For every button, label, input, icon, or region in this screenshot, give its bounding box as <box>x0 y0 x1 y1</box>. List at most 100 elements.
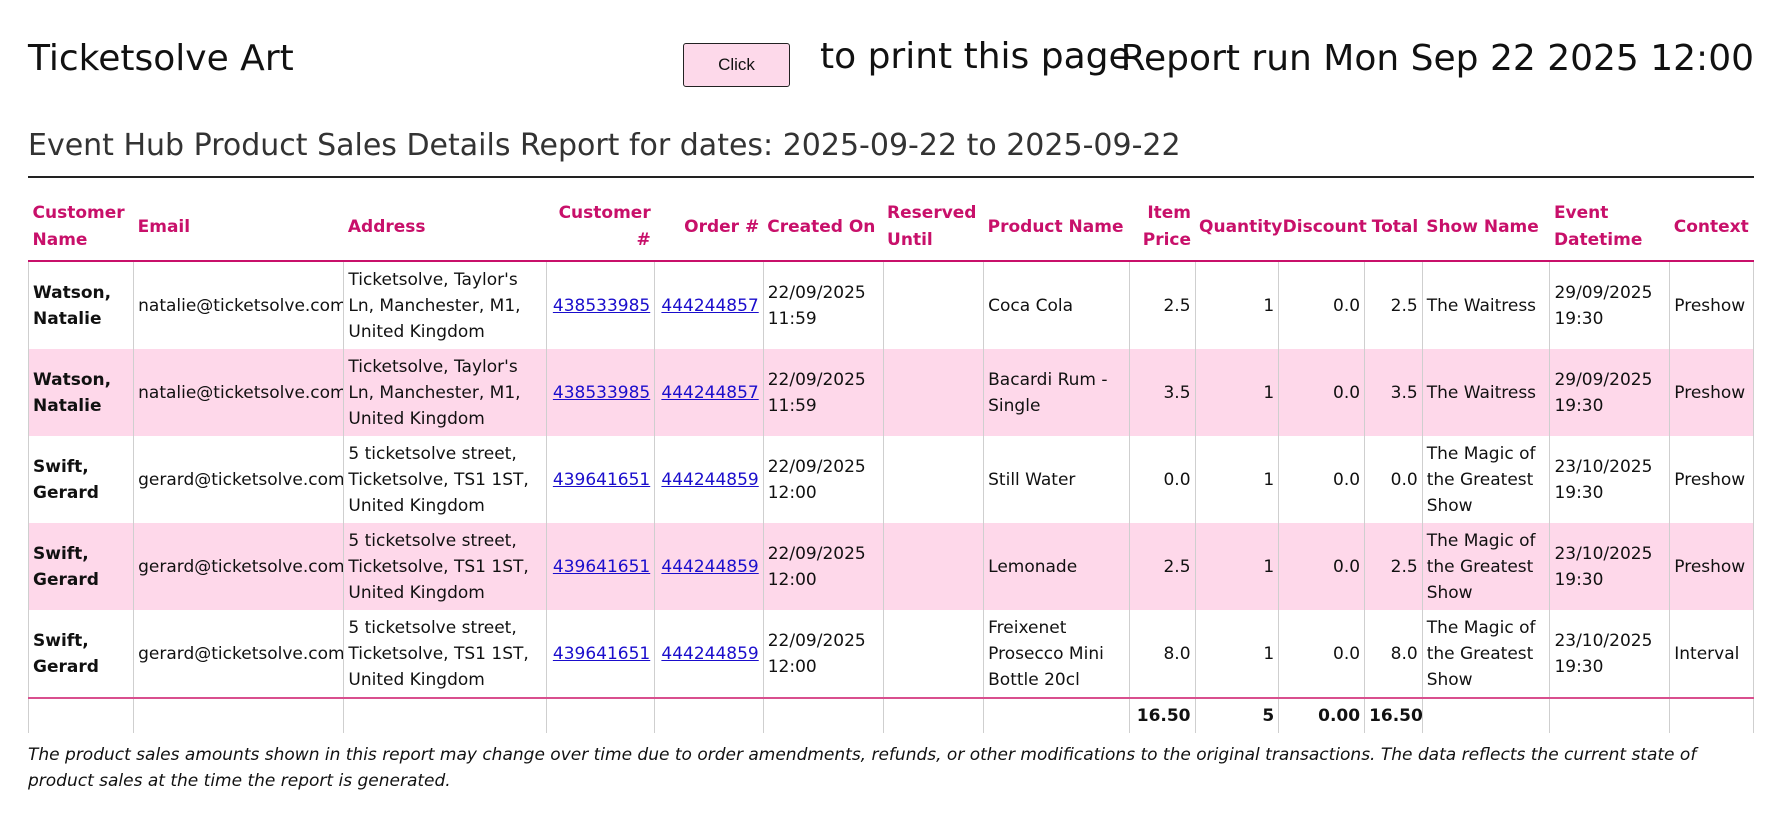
show-name-cell: The Magic of the Greatest Show <box>1422 523 1551 610</box>
created-on-cell: 22/09/2025 12:00 <box>763 610 884 699</box>
order-number-link[interactable]: 444244859 <box>661 557 758 577</box>
customer-name-cell: Watson, Natalie <box>27 349 135 436</box>
grand-total: 16.50 <box>1364 698 1423 733</box>
quantity-cell: 1 <box>1195 349 1280 436</box>
address-cell: 5 ticketsolve street, Ticketsolve, TS1 1… <box>343 436 547 523</box>
col-header-product-name: Product Name <box>983 196 1130 262</box>
discount-cell: 0.0 <box>1278 261 1366 349</box>
sales-table: Customer Name Email Address Customer # O… <box>27 196 1754 733</box>
col-header-context: Context <box>1669 196 1754 262</box>
customer-number-link[interactable]: 439641651 <box>553 557 650 577</box>
col-header-customer-name: Customer Name <box>28 196 134 262</box>
print-button[interactable]: Click <box>683 43 790 87</box>
address-cell: 5 ticketsolve street, Ticketsolve, TS1 1… <box>343 523 547 610</box>
customer-name-cell: Swift, Gerard <box>27 523 135 610</box>
col-header-created-on: Created On <box>763 196 884 262</box>
quantity-cell: 1 <box>1195 523 1280 610</box>
col-header-show-name: Show Name <box>1422 196 1550 262</box>
item-price-cell: 0.0 <box>1129 436 1196 523</box>
email-cell: gerard@ticketsolve.com <box>133 610 345 699</box>
customer-number-link[interactable]: 438533985 <box>553 383 650 403</box>
show-name-cell: The Waitress <box>1422 349 1551 436</box>
total-cell: 8.0 <box>1364 610 1423 699</box>
context-cell: Interval <box>1669 610 1754 699</box>
item-price-cell: 3.5 <box>1129 349 1196 436</box>
customer-number-link[interactable]: 439641651 <box>553 644 650 664</box>
show-name-cell: The Magic of the Greatest Show <box>1422 610 1551 699</box>
reserved-until-cell <box>883 261 985 349</box>
order-number-link[interactable]: 444244857 <box>661 383 758 403</box>
context-cell: Preshow <box>1669 523 1754 610</box>
show-name-cell: The Waitress <box>1422 261 1551 349</box>
table-row: Swift, Gerard gerard@ticketsolve.com 5 t… <box>27 523 1754 610</box>
order-number-link[interactable]: 444244857 <box>661 296 758 316</box>
reserved-until-cell <box>883 610 985 699</box>
event-datetime-cell: 23/10/2025 19:30 <box>1549 610 1671 699</box>
customer-name-cell: Swift, Gerard <box>27 436 135 523</box>
total-cell: 0.0 <box>1364 436 1423 523</box>
col-header-discount: Discount <box>1278 196 1367 262</box>
product-name-cell: Still Water <box>983 436 1130 523</box>
total-quantity: 5 <box>1195 698 1280 733</box>
item-price-cell: 8.0 <box>1129 610 1196 699</box>
created-on-cell: 22/09/2025 12:00 <box>763 436 884 523</box>
product-name-cell: Coca Cola <box>983 261 1130 349</box>
created-on-cell: 22/09/2025 12:00 <box>763 523 884 610</box>
col-header-event-datetime: Event Datetime <box>1549 196 1670 262</box>
table-row: Swift, Gerard gerard@ticketsolve.com 5 t… <box>27 436 1754 523</box>
address-cell: Ticketsolve, Taylor's Ln, Manchester, M1… <box>343 261 547 349</box>
total-cell: 3.5 <box>1364 349 1423 436</box>
customer-number-link[interactable]: 439641651 <box>553 470 650 490</box>
print-instruction: to print this page <box>820 36 1131 77</box>
show-name-cell: The Magic of the Greatest Show <box>1422 436 1551 523</box>
quantity-cell: 1 <box>1195 610 1280 699</box>
email-cell: natalie@ticketsolve.com <box>133 261 345 349</box>
quantity-cell: 1 <box>1195 261 1280 349</box>
context-cell: Preshow <box>1669 436 1754 523</box>
total-item-price: 16.50 <box>1129 698 1196 733</box>
address-cell: 5 ticketsolve street, Ticketsolve, TS1 1… <box>343 610 547 699</box>
col-header-reserved-until: Reserved Until <box>883 196 984 262</box>
table-row: Watson, Natalie natalie@ticketsolve.com … <box>27 349 1754 436</box>
item-price-cell: 2.5 <box>1129 261 1196 349</box>
order-number-link[interactable]: 444244859 <box>661 644 758 664</box>
table-row: Watson, Natalie natalie@ticketsolve.com … <box>27 261 1754 349</box>
item-price-cell: 2.5 <box>1129 523 1196 610</box>
event-datetime-cell: 23/10/2025 19:30 <box>1549 436 1671 523</box>
product-name-cell: Freixenet Prosecco Mini Bottle 20cl <box>983 610 1130 699</box>
col-header-email: Email <box>133 196 344 262</box>
product-name-cell: Lemonade <box>983 523 1130 610</box>
email-cell: gerard@ticketsolve.com <box>133 436 345 523</box>
header-divider <box>28 176 1754 178</box>
report-page: Ticketsolve Art Click to print this page… <box>0 0 1782 824</box>
col-header-quantity: Quantity <box>1195 196 1282 262</box>
col-header-total: Total <box>1364 196 1423 262</box>
total-cell: 2.5 <box>1364 261 1423 349</box>
customer-number-link[interactable]: 438533985 <box>553 296 650 316</box>
address-cell: Ticketsolve, Taylor's Ln, Manchester, M1… <box>343 349 547 436</box>
col-header-order-number: Order # <box>654 196 764 262</box>
col-header-customer-number: Customer # <box>546 196 655 262</box>
quantity-cell: 1 <box>1195 436 1280 523</box>
event-datetime-cell: 29/09/2025 19:30 <box>1549 261 1671 349</box>
report-disclaimer: The product sales amounts shown in this … <box>28 745 1697 791</box>
created-on-cell: 22/09/2025 11:59 <box>763 261 884 349</box>
product-name-cell: Bacardi Rum - Single <box>983 349 1130 436</box>
total-cell: 2.5 <box>1364 523 1423 610</box>
discount-cell: 0.0 <box>1278 610 1366 699</box>
context-cell: Preshow <box>1669 349 1754 436</box>
reserved-until-cell <box>883 436 985 523</box>
email-cell: natalie@ticketsolve.com <box>133 349 345 436</box>
context-cell: Preshow <box>1669 261 1754 349</box>
discount-cell: 0.0 <box>1278 523 1366 610</box>
discount-cell: 0.0 <box>1278 436 1366 523</box>
created-on-cell: 22/09/2025 11:59 <box>763 349 884 436</box>
totals-row: 16.50 5 0.00 16.50 <box>27 698 1754 733</box>
email-cell: gerard@ticketsolve.com <box>133 523 345 610</box>
event-datetime-cell: 23/10/2025 19:30 <box>1549 523 1671 610</box>
customer-name-cell: Watson, Natalie <box>27 261 135 349</box>
table-row: Swift, Gerard gerard@ticketsolve.com 5 t… <box>27 610 1754 699</box>
order-number-link[interactable]: 444244859 <box>661 470 758 490</box>
customer-name-cell: Swift, Gerard <box>27 610 135 699</box>
col-header-address: Address <box>343 196 547 262</box>
